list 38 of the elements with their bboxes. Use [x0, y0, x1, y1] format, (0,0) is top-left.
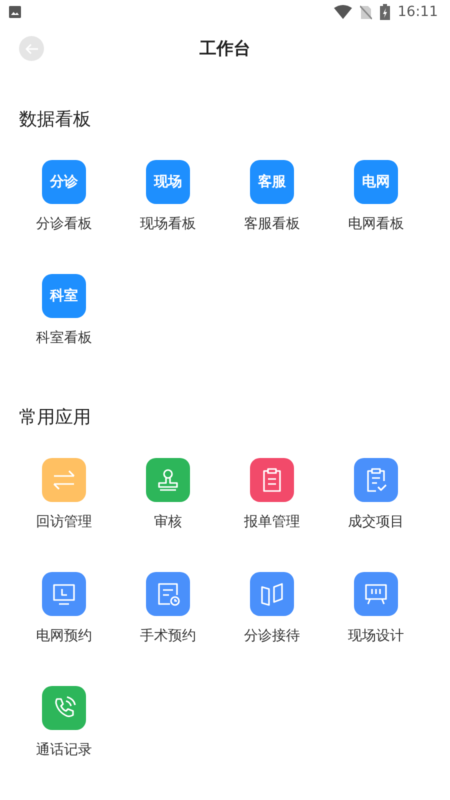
- no-sim-icon: [360, 4, 372, 20]
- app-tile[interactable]: [354, 572, 398, 616]
- app-label: 电网看板: [348, 215, 404, 234]
- app-label: 现场设计: [348, 627, 404, 646]
- app-tile[interactable]: [42, 686, 86, 730]
- app-icon[interactable]: 现场: [146, 160, 190, 204]
- app-tile[interactable]: [146, 458, 190, 502]
- image-icon: [8, 5, 22, 19]
- app-tile[interactable]: [354, 458, 398, 502]
- status-time: 16:11: [398, 4, 438, 20]
- panels-icon: [258, 580, 286, 608]
- app-label: 审核: [154, 513, 182, 532]
- app-tile[interactable]: [42, 458, 86, 502]
- app-tile[interactable]: [250, 572, 294, 616]
- app-label: 现场看板: [140, 215, 196, 234]
- app-label: 分诊看板: [36, 215, 92, 234]
- app-label: 手术预约: [140, 627, 196, 646]
- page-title: 工作台: [200, 38, 250, 60]
- app-icon[interactable]: 科室: [42, 274, 86, 318]
- app-label: 回访管理: [36, 513, 92, 532]
- app-icon[interactable]: 电网: [354, 160, 398, 204]
- app-label: 成交项目: [348, 513, 404, 532]
- app-label: 科室看板: [36, 329, 92, 348]
- section-title: 常用应用: [19, 406, 92, 430]
- app-label: 通话记录: [36, 741, 92, 760]
- app-icon[interactable]: 客服: [250, 160, 294, 204]
- app-label: 电网预约: [36, 627, 92, 646]
- app-tile[interactable]: [42, 572, 86, 616]
- back-arrow-icon: [24, 42, 38, 54]
- section-title: 数据看板: [19, 108, 92, 132]
- battery-icon: [380, 4, 390, 20]
- app-tile[interactable]: [250, 458, 294, 502]
- app-label: 客服看板: [244, 215, 300, 234]
- wifi-icon: [334, 5, 352, 19]
- app-tile[interactable]: [146, 572, 190, 616]
- app-label: 报单管理: [244, 513, 300, 532]
- app-icon[interactable]: 分诊: [42, 160, 86, 204]
- app-label: 分诊接待: [244, 627, 300, 646]
